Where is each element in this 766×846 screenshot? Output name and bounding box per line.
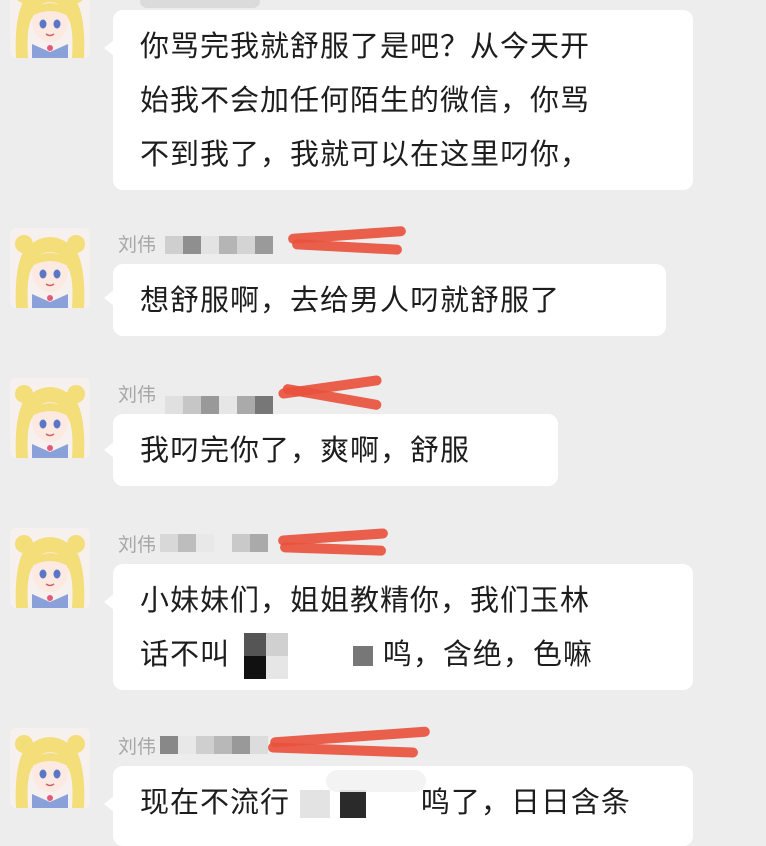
mosaic-redaction xyxy=(165,396,273,414)
sender-name: 刘伟 xyxy=(118,234,157,256)
blank-space xyxy=(302,646,342,666)
message-bubble[interactable]: 小妹妹们，姐姐教精你，我们玉林 话不叫 鸣，含绝，色嘛 xyxy=(113,564,693,690)
red-scribble xyxy=(267,742,419,758)
mosaic-redaction xyxy=(352,646,373,666)
avatar[interactable] xyxy=(10,528,90,608)
sailor-moon-avatar-icon xyxy=(10,378,90,458)
message-bubble[interactable]: 想舒服啊，去给男人叼就舒服了 xyxy=(113,264,666,336)
blank-space xyxy=(377,794,411,814)
sailor-moon-avatar-icon xyxy=(10,528,90,608)
sailor-moon-avatar-icon xyxy=(10,728,90,808)
avatar[interactable] xyxy=(10,0,90,58)
sender-name: 刘伟 xyxy=(118,534,157,556)
mosaic-redaction xyxy=(165,236,273,254)
message-line: 始我不会加任何陌生的微信，你骂 xyxy=(140,83,591,117)
message-text: 鸣，含绝，色嘛 xyxy=(382,637,593,671)
avatar[interactable] xyxy=(10,728,90,808)
avatar[interactable] xyxy=(10,378,90,458)
message-line: 不到我了，我就可以在这里叼你， xyxy=(140,137,591,171)
message-text: 话不叫 xyxy=(140,637,231,671)
red-scribble xyxy=(291,239,403,255)
mosaic-redaction xyxy=(244,633,289,679)
message-line: 小妹妹们，姐姐教精你，我们玉林 xyxy=(140,583,591,617)
message-line: 想舒服啊，去给男人叼就舒服了 xyxy=(140,283,561,317)
sender-name: 刘伟 xyxy=(118,736,157,758)
red-scribble xyxy=(279,542,387,556)
sender-name: 刘伟 xyxy=(118,384,157,406)
message-line: 你骂完我就舒服了是吧？从今天开 xyxy=(140,29,591,63)
mosaic-redaction xyxy=(160,736,268,754)
blur-patch xyxy=(140,0,260,8)
avatar[interactable] xyxy=(10,228,90,308)
blur-patch xyxy=(326,770,426,792)
message-line: 我叼完你了，爽啊，舒服 xyxy=(140,433,471,467)
sailor-moon-avatar-icon xyxy=(10,0,90,58)
message-bubble[interactable]: 我叼完你了，爽啊，舒服 xyxy=(113,414,558,486)
message-line: 话不叫 鸣，含绝，色嘛 xyxy=(140,627,666,681)
message-bubble[interactable]: 你骂完我就舒服了是吧？从今天开 始我不会加任何陌生的微信，你骂 不到我了，我就可… xyxy=(113,10,693,190)
sailor-moon-avatar-icon xyxy=(10,228,90,308)
mosaic-redaction xyxy=(160,534,268,552)
